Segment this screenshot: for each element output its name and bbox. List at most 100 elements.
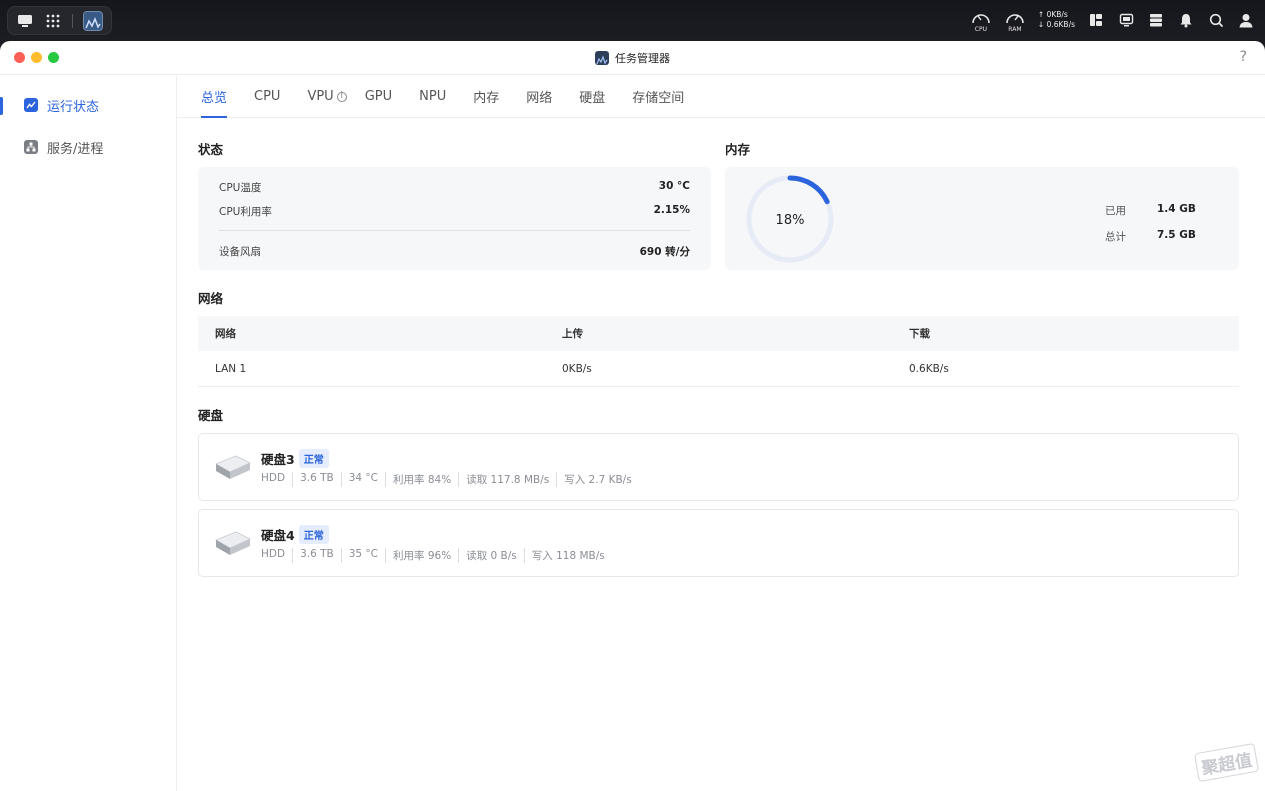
disk-type: HDD xyxy=(261,472,286,484)
disk-title: 硬盘3 正常 xyxy=(261,449,329,468)
fan-row: 设备风扇 690 转/分 xyxy=(219,244,690,259)
disk-usage: 利用率 96% xyxy=(385,548,458,563)
app-grid-icon[interactable] xyxy=(44,12,62,30)
disk-title: 硬盘4 正常 xyxy=(261,525,329,544)
disk-write: 写入 2.7 KB/s xyxy=(556,472,638,487)
user-icon[interactable] xyxy=(1237,11,1255,29)
memory-total-value: 7.5 GB xyxy=(1157,229,1196,241)
main-content: 总览 CPU VPU i GPU NPU 内存 网络 硬盘 存储空间 状态 CP… xyxy=(177,76,1265,791)
sidebar-item-label: 服务/进程 xyxy=(47,141,104,157)
disk-type: HDD xyxy=(261,548,286,560)
window-titlebar[interactable]: 任务管理器 ? xyxy=(0,41,1265,75)
dock xyxy=(7,6,112,35)
cpu-usage-value: 2.15% xyxy=(653,204,690,216)
disk-card[interactable]: 硬盘3 正常 HDD 3.6 TB 34 °C 利用率 84% 读取 117.8… xyxy=(198,433,1239,501)
minimize-button[interactable] xyxy=(31,52,42,63)
network-name: LAN 1 xyxy=(215,362,247,375)
disk-meta: HDD 3.6 TB 34 °C 利用率 84% 读取 117.8 MB/s 写… xyxy=(261,472,639,487)
tab-memory[interactable]: 内存 xyxy=(473,76,499,118)
hard-drive-icon xyxy=(215,455,251,479)
status-section-title: 状态 xyxy=(198,142,224,157)
col-upload: 上传 xyxy=(562,328,583,340)
tab-network[interactable]: 网络 xyxy=(526,76,552,118)
tab-cpu[interactable]: CPU xyxy=(254,76,280,118)
widgets-icon[interactable] xyxy=(1087,11,1105,29)
close-button[interactable] xyxy=(14,52,25,63)
memory-total-label: 总计 xyxy=(1105,231,1126,243)
tab-npu[interactable]: NPU xyxy=(419,76,446,118)
network-rates[interactable]: ↑ 0KB/s ↓ 0.6KB/s xyxy=(1038,10,1075,30)
sidebar-item-label: 运行状态 xyxy=(47,99,100,115)
memory-legend: 已用 1.4 GB 总计 7.5 GB xyxy=(1105,203,1196,244)
table-row[interactable]: LAN 1 0KB/s 0.6KB/s xyxy=(198,351,1239,387)
disk-read: 读取 117.8 MB/s xyxy=(458,472,556,487)
maximize-button[interactable] xyxy=(48,52,59,63)
network-table: 网络 上传 下载 LAN 1 0KB/s 0.6KB/s xyxy=(198,316,1239,387)
tab-vpu-label: VPU xyxy=(307,89,334,104)
task-manager-title-icon xyxy=(595,50,609,65)
disk-temp: 35 °C xyxy=(340,548,385,563)
task-manager-app-icon[interactable] xyxy=(83,10,103,31)
tab-disk[interactable]: 硬盘 xyxy=(579,76,605,118)
network-upload: 0KB/s xyxy=(562,362,592,375)
chart-icon xyxy=(24,98,38,112)
help-button[interactable]: ? xyxy=(1240,49,1247,65)
sidebar-item-status[interactable]: 运行状态 xyxy=(0,84,176,126)
cpu-usage-row: CPU利用率 2.15% xyxy=(219,204,690,219)
status-divider xyxy=(219,230,690,231)
disk-capacity: 3.6 TB xyxy=(292,548,341,563)
tab-vpu[interactable]: VPU i xyxy=(307,76,347,118)
dock-divider xyxy=(72,13,73,28)
cpu-temp-row: CPU温度 30 °C xyxy=(219,180,690,195)
memory-used-value: 1.4 GB xyxy=(1157,203,1196,215)
cpu-usage-label: CPU利用率 xyxy=(219,206,272,218)
cpu-gauge-label: CPU xyxy=(974,26,987,33)
system-tray: CPU RAM ↑ 0KB/s ↓ 0.6KB/s xyxy=(970,8,1255,33)
disk-section-title: 硬盘 xyxy=(198,408,224,423)
upload-rate: ↑ 0KB/s xyxy=(1037,10,1068,19)
search-icon[interactable] xyxy=(1207,11,1225,29)
server-icon[interactable] xyxy=(1147,11,1165,29)
ram-gauge[interactable]: RAM xyxy=(1004,9,1026,33)
monitor-icon[interactable] xyxy=(1117,11,1135,29)
system-taskbar: CPU RAM ↑ 0KB/s ↓ 0.6KB/s xyxy=(0,0,1265,40)
network-download: 0.6KB/s xyxy=(909,362,949,375)
tab-bar: 总览 CPU VPU i GPU NPU 内存 网络 硬盘 存储空间 xyxy=(177,76,1265,118)
window-title-group: 任务管理器 xyxy=(595,50,670,66)
memory-section-title: 内存 xyxy=(725,142,751,157)
info-icon[interactable]: i xyxy=(336,91,347,102)
bell-icon[interactable] xyxy=(1177,11,1195,29)
cpu-temp-value: 30 °C xyxy=(658,180,690,192)
memory-donut: 18% xyxy=(746,175,834,263)
status-badge: 正常 xyxy=(298,449,329,468)
disk-temp: 34 °C xyxy=(340,472,385,487)
window-controls xyxy=(14,52,59,63)
network-section-title: 网络 xyxy=(198,291,224,306)
status-badge: 正常 xyxy=(298,525,329,544)
sidebar-item-services[interactable]: 服务/进程 xyxy=(0,126,176,168)
col-download: 下载 xyxy=(909,328,930,340)
status-card: CPU温度 30 °C CPU利用率 2.15% 设备风扇 690 转/分 xyxy=(198,167,711,270)
watermark: 聚超值 xyxy=(1193,742,1260,783)
disk-card[interactable]: 硬盘4 正常 HDD 3.6 TB 35 °C 利用率 96% 读取 0 B/s… xyxy=(198,509,1239,577)
disk-read: 读取 0 B/s xyxy=(458,548,524,563)
hard-drive-icon xyxy=(215,531,251,555)
memory-percent: 18% xyxy=(776,213,805,228)
desktop-icon[interactable] xyxy=(16,12,34,30)
network-table-header: 网络 上传 下载 xyxy=(198,316,1239,351)
memory-card: 18% 已用 1.4 GB 总计 7.5 GB xyxy=(725,167,1239,270)
tab-gpu[interactable]: GPU xyxy=(365,76,392,118)
task-manager-window: 任务管理器 ? 运行状态 服务/进程 总览 CPU VPU i GPU NPU … xyxy=(0,41,1265,791)
window-title: 任务管理器 xyxy=(615,51,670,65)
cpu-gauge[interactable]: CPU xyxy=(970,9,992,33)
disk-write: 写入 118 MB/s xyxy=(523,548,612,563)
fan-value: 690 转/分 xyxy=(639,246,690,258)
cpu-temp-label: CPU温度 xyxy=(219,182,262,194)
memory-used-label: 已用 xyxy=(1105,205,1126,217)
col-network: 网络 xyxy=(215,328,236,340)
disk-usage: 利用率 84% xyxy=(385,472,458,487)
tab-storage[interactable]: 存储空间 xyxy=(632,76,684,118)
tab-overview[interactable]: 总览 xyxy=(201,76,228,118)
disk-name: 硬盘3 xyxy=(261,452,295,467)
disk-name: 硬盘4 xyxy=(261,528,295,543)
